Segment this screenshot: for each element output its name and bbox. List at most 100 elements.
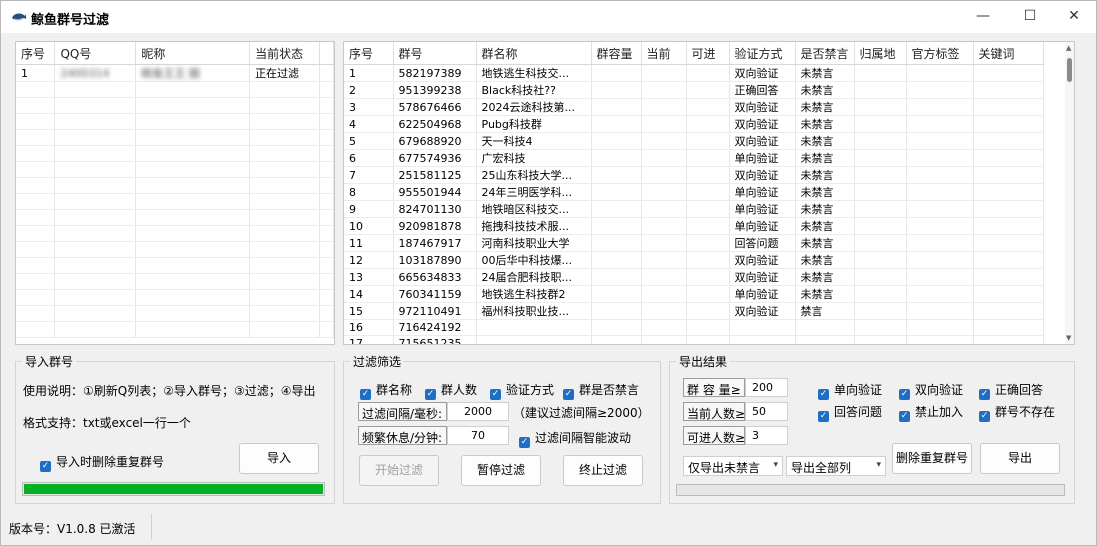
rest-input[interactable]: 70 bbox=[447, 426, 509, 445]
export-question-checkbox[interactable]: ✓ 回答问题 bbox=[818, 403, 882, 422]
column-header[interactable]: 验证方式 bbox=[729, 42, 796, 65]
column-header[interactable]: QQ号 bbox=[54, 42, 137, 65]
table-row[interactable] bbox=[16, 241, 334, 258]
current-members-input[interactable]: 50 bbox=[745, 402, 788, 421]
table-row[interactable]: 4 622504968 Pubg科技群 双向验证 未禁言 bbox=[344, 115, 1044, 133]
table-row[interactable] bbox=[16, 193, 334, 210]
filter-mute-checkbox[interactable]: ✓ 群是否禁言 bbox=[563, 381, 639, 400]
table-row[interactable]: 5 679688920 天一科技4 双向验证 未禁言 bbox=[344, 132, 1044, 150]
table-row[interactable]: 17 715651235 bbox=[344, 335, 1044, 344]
table-row[interactable] bbox=[16, 113, 334, 130]
table-row[interactable]: 3 578676466 2024云途科技第... 双向验证 未禁言 bbox=[344, 98, 1044, 116]
table-cell bbox=[319, 321, 334, 338]
table-row[interactable]: 11 187467917 河南科技职业大学 回答问题 未禁言 bbox=[344, 234, 1044, 252]
export-button[interactable]: 导出 bbox=[980, 443, 1060, 474]
column-header[interactable]: 序号 bbox=[344, 42, 394, 65]
export-oneway-checkbox[interactable]: ✓ 单向验证 bbox=[818, 381, 882, 400]
table-row[interactable] bbox=[16, 273, 334, 290]
column-header[interactable]: 官方标签 bbox=[906, 42, 974, 65]
import-progress-bar bbox=[22, 482, 325, 496]
column-header[interactable]: 昵称 bbox=[135, 42, 251, 65]
table-cell bbox=[641, 285, 687, 303]
table-row[interactable] bbox=[16, 321, 334, 338]
column-header[interactable]: 群号 bbox=[393, 42, 477, 65]
filter-members-checkbox[interactable]: ✓ 群人数 bbox=[425, 381, 477, 400]
minimize-button[interactable]: — bbox=[960, 1, 1006, 31]
table-cell: 679688920 bbox=[393, 132, 477, 150]
table-cell bbox=[906, 98, 974, 116]
start-filter-button[interactable]: 开始过滤 bbox=[359, 455, 439, 486]
table-row[interactable] bbox=[16, 129, 334, 146]
column-header[interactable]: 归属地 bbox=[854, 42, 907, 65]
table-cell: 677574936 bbox=[393, 149, 477, 167]
column-header[interactable]: 当前 bbox=[641, 42, 687, 65]
table-row[interactable]: 2 951399238 Black科技社?? 正确回答 未禁言 bbox=[344, 81, 1044, 99]
table-row[interactable] bbox=[16, 97, 334, 114]
close-button[interactable]: ✕ bbox=[1051, 1, 1097, 31]
table-cell bbox=[686, 217, 730, 235]
table-row[interactable]: 7 251581125 25山东科技大学... 双向验证 未禁言 bbox=[344, 166, 1044, 184]
export-correct-answer-checkbox[interactable]: ✓ 正确回答 bbox=[979, 381, 1043, 400]
table-cell bbox=[686, 319, 730, 336]
table-row[interactable] bbox=[16, 289, 334, 306]
columns-export-select[interactable]: 导出全部列 ▾ bbox=[786, 456, 886, 476]
table-cell bbox=[686, 200, 730, 218]
column-header[interactable]: 群容量 bbox=[591, 42, 642, 65]
whale-icon bbox=[12, 13, 26, 21]
import-button[interactable]: 导入 bbox=[239, 443, 319, 474]
smart-interval-checkbox[interactable]: ✓ 过滤间隔智能波动 bbox=[519, 429, 631, 448]
table-cell bbox=[319, 209, 334, 226]
table-row[interactable] bbox=[16, 305, 334, 322]
table-row[interactable] bbox=[16, 177, 334, 194]
table-scrollbar[interactable]: ▲ ▼ bbox=[1065, 42, 1074, 344]
column-header[interactable]: 可进 bbox=[686, 42, 730, 65]
table-row[interactable] bbox=[16, 225, 334, 242]
table-row[interactable]: 14 760341159 地铁逃生科技群2 单向验证 未禁言 bbox=[344, 285, 1044, 303]
column-header[interactable]: 序号 bbox=[16, 42, 56, 65]
column-header[interactable]: 关键词 bbox=[973, 42, 1044, 65]
table-row[interactable] bbox=[16, 209, 334, 226]
export-twoway-checkbox[interactable]: ✓ 双向验证 bbox=[899, 381, 963, 400]
table-row[interactable]: 1 2400314 鲸鱼王王 圈正在过滤 bbox=[16, 64, 334, 82]
stop-filter-button[interactable]: 终止过滤 bbox=[563, 455, 643, 486]
maximize-button[interactable]: ☐ bbox=[1007, 1, 1053, 31]
account-table[interactable]: 序号 QQ号 昵称 当前状态 1 2400314 鲸鱼王王 圈正在过滤 bbox=[15, 41, 335, 345]
table-row[interactable]: 10 920981878 拖拽科技技术服... 单向验证 未禁言 bbox=[344, 217, 1044, 235]
table-cell: 3 bbox=[344, 98, 394, 116]
column-header[interactable]: 是否禁言 bbox=[795, 42, 855, 65]
filter-verify-checkbox[interactable]: ✓ 验证方式 bbox=[490, 381, 554, 400]
table-row[interactable]: 15 972110491 福州科技职业技... 双向验证 禁言 bbox=[344, 302, 1044, 320]
table-cell bbox=[476, 319, 592, 336]
table-cell bbox=[249, 321, 320, 338]
interval-input[interactable]: 2000 bbox=[447, 402, 509, 421]
mute-export-select[interactable]: 仅导出未禁言 ▾ bbox=[683, 456, 783, 476]
table-row[interactable] bbox=[16, 81, 334, 98]
filter-name-checkbox[interactable]: ✓ 群名称 bbox=[360, 381, 412, 400]
table-cell bbox=[249, 81, 320, 98]
capacity-input[interactable]: 200 bbox=[745, 378, 788, 397]
group-table[interactable]: 序号 群号 群名称 群容量 当前 可进 验证方式 是否禁言 归属地 官方标签 关键词 1 582197… bbox=[343, 41, 1075, 345]
table-row[interactable]: 6 677574936 广宏科技 单向验证 未禁言 bbox=[344, 149, 1044, 167]
table-row[interactable] bbox=[16, 257, 334, 274]
table-row[interactable]: 12 103187890 00后华中科技爆... 双向验证 未禁言 bbox=[344, 251, 1044, 269]
table-row[interactable] bbox=[16, 145, 334, 162]
chevron-down-icon: ▾ bbox=[773, 460, 778, 470]
table-row[interactable]: 9 824701130 地铁暗区科技交... 单向验证 未禁言 bbox=[344, 200, 1044, 218]
export-forbidden-checkbox[interactable]: ✓ 禁止加入 bbox=[899, 403, 963, 422]
table-row[interactable]: 13 665634833 24届合肥科技职... 双向验证 未禁言 bbox=[344, 268, 1044, 286]
table-cell: 正确回答 bbox=[729, 81, 796, 99]
dedupe-groups-button[interactable]: 删除重复群号 bbox=[892, 443, 972, 474]
table-cell bbox=[591, 319, 642, 336]
table-row[interactable]: 16 716424192 bbox=[344, 319, 1044, 336]
table-row[interactable] bbox=[16, 161, 334, 178]
table-row[interactable]: 1 582197389 地铁逃生科技交... 双向验证 未禁言 bbox=[344, 64, 1044, 82]
dedupe-on-import-checkbox[interactable]: ✓ 导入时删除重复群号 bbox=[40, 453, 164, 472]
column-header[interactable]: 群名称 bbox=[476, 42, 592, 65]
joinable-input[interactable]: 3 bbox=[745, 426, 788, 445]
export-notexist-checkbox[interactable]: ✓ 群号不存在 bbox=[979, 403, 1055, 422]
table-row[interactable]: 8 955501944 24年三明医学科... 单向验证 未禁言 bbox=[344, 183, 1044, 201]
table-cell bbox=[686, 335, 730, 344]
pause-filter-button[interactable]: 暂停过滤 bbox=[461, 455, 541, 486]
column-header[interactable]: 当前状态 bbox=[249, 42, 320, 65]
table-cell: 972110491 bbox=[393, 302, 477, 320]
